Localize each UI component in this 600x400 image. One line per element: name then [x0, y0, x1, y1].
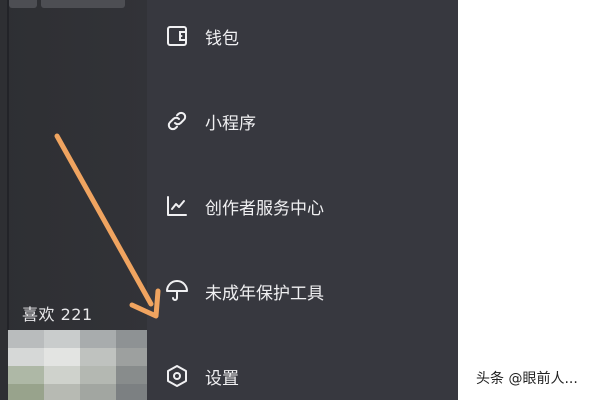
- umbrella-icon: [164, 278, 190, 304]
- settings-icon: [164, 363, 190, 389]
- menu-item-mini-programs[interactable]: 小程序: [147, 96, 458, 146]
- menu-item-label: 创作者服务中心: [205, 198, 324, 219]
- menu-item-label: 设置: [205, 368, 239, 389]
- chart-icon: [164, 193, 190, 219]
- grid-divider: [7, 0, 9, 330]
- menu-item-wallet[interactable]: 钱包: [147, 11, 458, 61]
- side-drawer-menu: 钱包 小程序 创作者服务中心 未成年保护工具 设置: [147, 0, 458, 400]
- link-icon: [164, 108, 190, 134]
- top-thumbnail[interactable]: [9, 0, 37, 8]
- wallet-icon: [164, 23, 190, 49]
- video-thumbnail[interactable]: [8, 330, 152, 400]
- likes-count: 喜欢 221: [22, 305, 93, 324]
- profile-content-pane: 喜欢 221: [0, 0, 152, 400]
- menu-item-creator-center[interactable]: 创作者服务中心: [147, 181, 458, 231]
- watermark: 头条 @眼前人...: [476, 371, 578, 387]
- menu-item-settings[interactable]: 设置: [147, 351, 458, 400]
- top-thumbnail[interactable]: [41, 0, 125, 8]
- menu-item-minor-protection[interactable]: 未成年保护工具: [147, 266, 458, 316]
- menu-item-label: 小程序: [205, 113, 256, 134]
- menu-item-label: 钱包: [205, 28, 239, 49]
- menu-item-label: 未成年保护工具: [205, 283, 324, 304]
- app-window: 喜欢 221 钱包 小程序 创作者服务中心 未成年保护工具 设置: [0, 0, 458, 400]
